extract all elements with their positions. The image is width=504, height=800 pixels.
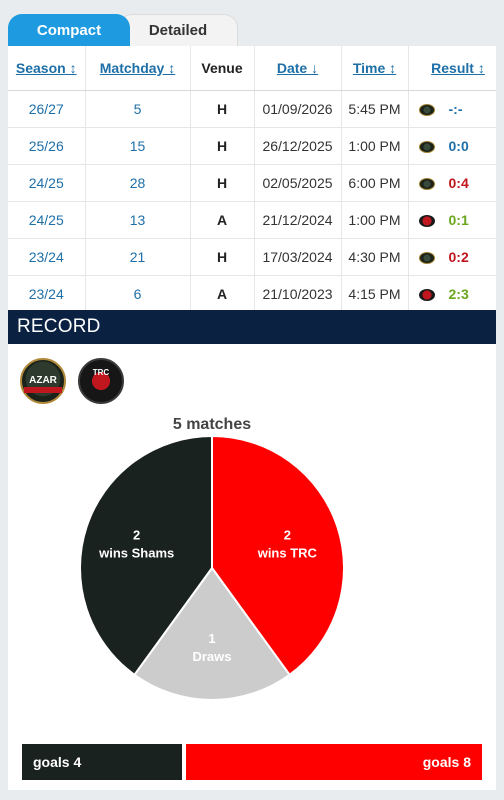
venue-cell: A: [190, 275, 255, 310]
time-cell: 5:45 PM: [341, 90, 409, 128]
season-cell[interactable]: 24/25: [8, 201, 86, 239]
goals-trc-bar: goals 8: [186, 744, 482, 780]
opponent-logo-icon: [418, 103, 435, 116]
result-cell[interactable]: 0:4: [408, 164, 496, 202]
time-cell: 6:00 PM: [341, 164, 409, 202]
table-row[interactable]: 26/27 5 H 01/09/2026 5:45 PM -:-: [8, 90, 496, 128]
date-cell: 21/12/2024: [254, 201, 342, 239]
matches-table: Season ↕ Matchday ↕ Venue Date ↓ Time ↕ …: [8, 46, 496, 310]
result-score[interactable]: 0:0: [449, 138, 469, 154]
record-header: RECORD: [8, 310, 496, 344]
matchday-cell[interactable]: 15: [85, 127, 191, 165]
pie-count-label: 2: [133, 528, 140, 543]
season-cell[interactable]: 25/26: [8, 127, 86, 165]
season-column-header[interactable]: Season ↕: [8, 46, 86, 91]
result-cell[interactable]: -:-: [408, 90, 496, 128]
matchday-cell[interactable]: 13: [85, 201, 191, 239]
opponent-logo-icon: [418, 251, 435, 264]
pie-count-label: 1: [208, 631, 215, 646]
season-cell[interactable]: 23/24: [8, 238, 86, 276]
pie-category-label: wins TRC: [257, 546, 318, 561]
venue-cell: H: [190, 164, 255, 202]
venue-cell: H: [190, 127, 255, 165]
result-score[interactable]: 2:3: [449, 286, 469, 302]
venue-column-header: Venue: [190, 46, 255, 91]
tab-compact[interactable]: Compact: [8, 14, 130, 46]
result-cell[interactable]: 0:1: [408, 201, 496, 239]
goals-shams-bar: goals 4: [22, 744, 182, 780]
table-row[interactable]: 23/24 21 H 17/03/2024 4:30 PM 0:2: [8, 238, 496, 276]
result-cell[interactable]: 2:3: [408, 275, 496, 310]
result-column-header[interactable]: Result ↕: [408, 46, 496, 91]
pie-category-label: Draws: [192, 649, 231, 664]
table-row[interactable]: 24/25 28 H 02/05/2025 6:00 PM 0:4: [8, 164, 496, 202]
table-header-row: Season ↕ Matchday ↕ Venue Date ↓ Time ↕ …: [8, 46, 496, 91]
pie-category-label: wins Shams: [98, 546, 174, 561]
season-cell[interactable]: 24/25: [8, 164, 86, 202]
result-cell[interactable]: 0:2: [408, 238, 496, 276]
date-cell: 02/05/2025: [254, 164, 342, 202]
opponent-logo-icon: [418, 288, 435, 301]
time-cell: 4:15 PM: [341, 275, 409, 310]
tab-bar: Detailed Compact: [0, 0, 504, 46]
date-cell: 26/12/2025: [254, 127, 342, 165]
result-score[interactable]: 0:2: [449, 249, 469, 265]
season-cell[interactable]: 26/27: [8, 90, 86, 128]
result-score[interactable]: 0:1: [449, 212, 469, 228]
date-column-header[interactable]: Date ↓: [254, 46, 342, 91]
matchday-cell[interactable]: 21: [85, 238, 191, 276]
table-row[interactable]: 25/26 15 H 26/12/2025 1:00 PM 0:0: [8, 127, 496, 165]
matchday-cell[interactable]: 5: [85, 90, 191, 128]
time-cell: 1:00 PM: [341, 127, 409, 165]
date-cell: 21/10/2023: [254, 275, 342, 310]
time-column-header[interactable]: Time ↕: [341, 46, 409, 91]
result-score[interactable]: 0:4: [449, 175, 469, 191]
matchday-cell[interactable]: 6: [85, 275, 191, 310]
table-row[interactable]: 23/24 6 A 21/10/2023 4:15 PM 2:3: [8, 275, 496, 310]
record-panel: AZAR TRC 5 matches 2 wins TRC 1 Draws 2 wins …: [8, 344, 496, 790]
date-cell: 17/03/2024: [254, 238, 342, 276]
record-pie-chart: 2 wins TRC 1 Draws 2 wins Shams: [79, 434, 345, 701]
result-score[interactable]: -:-: [449, 101, 463, 117]
table-row[interactable]: 24/25 13 A 21/12/2024 1:00 PM 0:1: [8, 201, 496, 239]
pie-count-label: 2: [284, 528, 291, 543]
venue-cell: H: [190, 238, 255, 276]
venue-cell: A: [190, 201, 255, 239]
time-cell: 4:30 PM: [341, 238, 409, 276]
date-cell: 01/09/2026: [254, 90, 342, 128]
tab-detailed[interactable]: Detailed: [118, 14, 238, 46]
matchday-cell[interactable]: 28: [85, 164, 191, 202]
matchday-column-header[interactable]: Matchday ↕: [85, 46, 191, 91]
time-cell: 1:00 PM: [341, 201, 409, 239]
opponent-logo-icon: [418, 140, 435, 153]
opponent-logo-icon: [418, 177, 435, 190]
opponent-logo-icon: [418, 214, 435, 227]
result-cell[interactable]: 0:0: [408, 127, 496, 165]
season-cell[interactable]: 23/24: [8, 275, 86, 310]
venue-cell: H: [190, 90, 255, 128]
